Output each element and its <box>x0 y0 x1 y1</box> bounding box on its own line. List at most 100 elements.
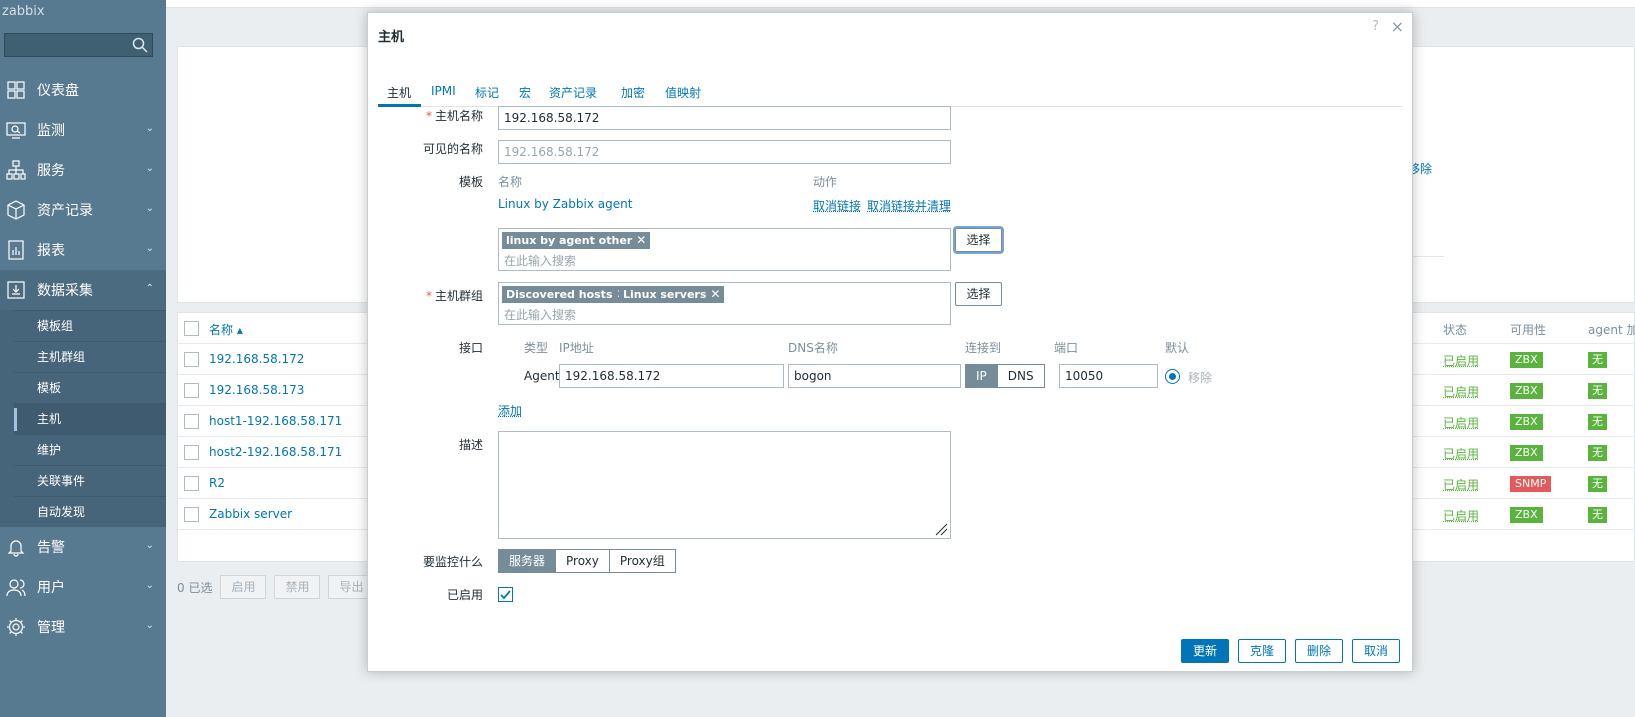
host-name-input[interactable]: 192.168.58.172 <box>498 106 951 130</box>
sidebar-item-users[interactable]: 用户 ⌄ <box>0 567 166 607</box>
status-link[interactable]: 已启用 <box>1443 414 1479 431</box>
sidebar-item-data-collection[interactable]: 数据采集 ⌃ <box>0 270 166 310</box>
host-name-link[interactable]: R2 <box>209 476 225 490</box>
mass-disable-button[interactable]: 禁用 <box>274 575 320 599</box>
chevron-down-icon: ⌄ <box>146 123 154 134</box>
sidebar-item-monitoring[interactable]: 监测 ⌄ <box>0 110 166 150</box>
sidebar-item-label: 服务 <box>37 160 65 180</box>
row-checkbox[interactable] <box>184 352 199 367</box>
sidebar-sub-event-correlation[interactable]: 关联事件 <box>14 465 166 496</box>
update-button[interactable]: 更新 <box>1181 639 1229 663</box>
dashboard-icon <box>5 79 27 101</box>
tab-host[interactable]: 主机 <box>387 84 411 101</box>
tab-inventory[interactable]: 资产记录 <box>549 84 597 101</box>
template-chip: linux by agent other ✕ <box>502 232 650 249</box>
tab-ipmi[interactable]: IPMI <box>431 84 456 98</box>
host-name-link[interactable]: host1-192.168.58.171 <box>209 414 342 428</box>
delete-button[interactable]: 删除 <box>1295 639 1343 663</box>
sidebar-item-services[interactable]: 服务 ⌄ <box>0 150 166 190</box>
tab-value-mapping[interactable]: 值映射 <box>665 84 701 101</box>
clone-button[interactable]: 克隆 <box>1238 639 1286 663</box>
sidebar-sub-host-groups[interactable]: 主机群组 <box>14 341 166 372</box>
enabled-checkbox[interactable] <box>498 587 513 602</box>
users-icon <box>5 576 27 598</box>
cancel-button[interactable]: 取消 <box>1352 639 1400 663</box>
select-groups-button[interactable]: 选择 <box>955 282 1002 306</box>
search-icon[interactable] <box>132 37 148 53</box>
host-name-link[interactable]: 192.168.58.173 <box>209 383 304 397</box>
dialog-tabs: 主机 IPMI 标记 宏 资产记录 加密 值映射 <box>378 71 1403 107</box>
interface-dns-input[interactable]: bogon <box>788 364 961 388</box>
sidebar-sub-templates[interactable]: 模板 <box>14 372 166 403</box>
description-textarea[interactable] <box>498 431 951 539</box>
alerts-icon <box>5 536 27 558</box>
column-name[interactable]: 名称 ▴ <box>209 321 243 338</box>
host-groups-label: * 主机群组 <box>373 287 483 304</box>
sidebar-item-alerts[interactable]: 告警 ⌄ <box>0 527 166 567</box>
sidebar-sub-discovery[interactable]: 自动发现 <box>14 496 166 527</box>
status-link[interactable]: 已启用 <box>1443 445 1479 462</box>
sidebar-sub-maintenance[interactable]: 维护 <box>14 434 166 465</box>
sidebar-item-label: 管理 <box>37 617 65 637</box>
tab-encryption[interactable]: 加密 <box>621 84 645 101</box>
connect-ip-button[interactable]: IP <box>965 364 998 388</box>
status-link[interactable]: 已启用 <box>1443 507 1479 524</box>
remove-chip-icon[interactable]: ✕ <box>636 233 646 247</box>
unlink-link[interactable]: 取消链接 <box>813 197 861 214</box>
select-templates-button[interactable]: 选择 <box>955 228 1002 252</box>
templates-multiselect[interactable]: linux by agent other ✕ 在此输入搜索 <box>498 228 951 271</box>
encryption-badge: 无 <box>1588 507 1607 523</box>
sidebar-item-label: 用户 <box>37 577 65 597</box>
remove-chip-icon[interactable]: ✕ <box>710 287 720 301</box>
sidebar-item-dashboard[interactable]: 仪表盘 <box>0 70 166 110</box>
sidebar-item-reports[interactable]: 报表 ⌄ <box>0 230 166 270</box>
column-status: 状态 <box>1443 321 1467 338</box>
row-checkbox[interactable] <box>184 507 199 522</box>
host-name-link[interactable]: 192.168.58.172 <box>209 352 304 366</box>
tab-tags[interactable]: 标记 <box>475 84 499 101</box>
unlink-and-clear-link[interactable]: 取消链接并清理 <box>867 197 951 214</box>
groups-search-input[interactable]: 在此输入搜索 <box>504 306 576 323</box>
chevron-up-icon: ⌃ <box>146 283 154 294</box>
templates-search-input[interactable]: 在此输入搜索 <box>504 252 576 269</box>
status-link[interactable]: 已启用 <box>1443 352 1479 369</box>
status-link[interactable]: 已启用 <box>1443 476 1479 493</box>
interface-port-input[interactable]: 10050 <box>1059 364 1158 388</box>
row-checkbox[interactable] <box>184 445 199 460</box>
sidebar-search-input[interactable] <box>4 33 153 57</box>
encryption-badge: 无 <box>1588 414 1607 430</box>
availability-badge: ZBX <box>1510 383 1543 399</box>
host-groups-multiselect[interactable]: Discovered hosts✕ Linux servers✕ 在此输入搜索 <box>498 282 951 325</box>
default-interface-radio[interactable] <box>1165 369 1180 384</box>
host-name-link[interactable]: host2-192.168.58.171 <box>209 445 342 459</box>
close-icon[interactable]: × <box>1391 17 1404 36</box>
administration-icon <box>5 616 27 638</box>
encryption-badge: 无 <box>1588 383 1607 399</box>
help-icon[interactable]: ? <box>1372 19 1379 34</box>
monitored-by-proxy-group-button[interactable]: Proxy组 <box>610 549 676 573</box>
linked-template-link[interactable]: Linux by Zabbix agent <box>498 197 632 211</box>
chevron-down-icon: ⌄ <box>146 203 154 214</box>
host-name-link[interactable]: Zabbix server <box>209 507 292 521</box>
remove-interface-link[interactable]: 移除 <box>1188 369 1212 386</box>
add-interface-link[interactable]: 添加 <box>498 402 522 419</box>
row-checkbox[interactable] <box>184 414 199 429</box>
if-col-type: 类型 <box>524 339 548 356</box>
row-checkbox[interactable] <box>184 383 199 398</box>
sidebar-sub-template-groups[interactable]: 模板组 <box>14 310 166 341</box>
status-link[interactable]: 已启用 <box>1443 383 1479 400</box>
sidebar-sub-hosts[interactable]: 主机 <box>14 403 166 434</box>
resize-handle-icon[interactable] <box>934 522 948 536</box>
select-all-checkbox[interactable] <box>184 321 199 336</box>
row-checkbox[interactable] <box>184 476 199 491</box>
connect-dns-button[interactable]: DNS <box>998 364 1045 388</box>
tab-macros[interactable]: 宏 <box>519 84 531 101</box>
monitored-by-server-button[interactable]: 服务器 <box>498 549 556 573</box>
sidebar-item-inventory[interactable]: 资产记录 ⌄ <box>0 190 166 230</box>
interface-ip-input[interactable]: 192.168.58.172 <box>559 364 784 388</box>
mass-enable-button[interactable]: 启用 <box>220 575 266 599</box>
sidebar-item-administration[interactable]: 管理 ⌄ <box>0 607 166 647</box>
visible-name-input[interactable]: 192.168.58.172 <box>498 140 951 164</box>
sidebar-item-label: 数据采集 <box>37 280 93 300</box>
monitored-by-proxy-button[interactable]: Proxy <box>556 549 610 573</box>
